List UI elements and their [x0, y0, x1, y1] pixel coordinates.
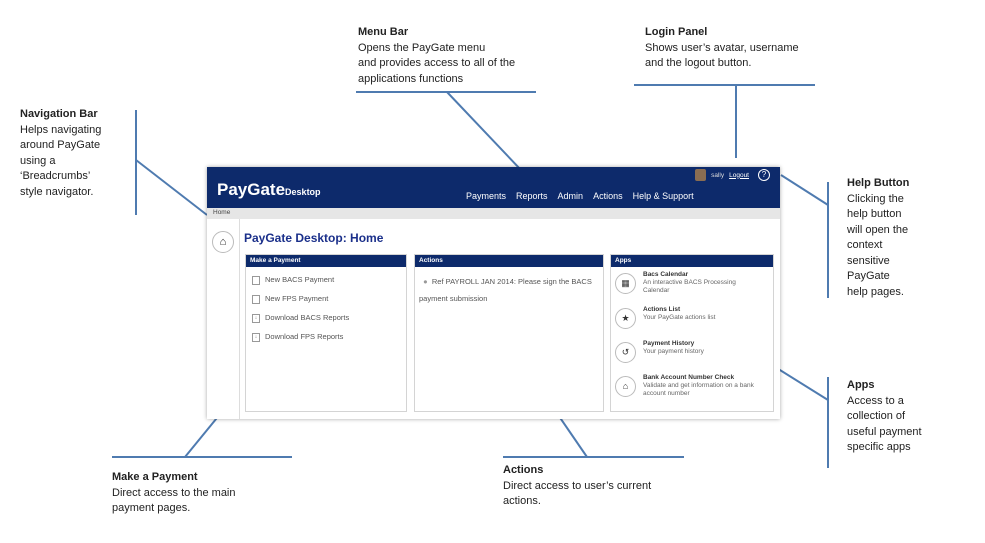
annotation-title: Actions — [503, 464, 544, 476]
actions-annotation: Actions Direct access to user’s current … — [503, 463, 651, 510]
annotation-desc: Clicking the help button will open the c… — [847, 192, 909, 298]
page-title: PayGate Desktop: Home — [244, 231, 384, 245]
app-desc: An interactive BACS Processing Calendar — [643, 279, 736, 294]
download-fps-reports-link[interactable]: ↓ Download FPS Reports — [252, 332, 343, 342]
app-desc: Your PayGate actions list — [643, 314, 716, 321]
annotation-desc: Helps navigating around PayGate using a … — [20, 123, 102, 198]
annotation-desc: Opens the PayGate menu and provides acce… — [358, 41, 516, 85]
link-label: Download BACS Reports — [265, 313, 350, 322]
username: sally — [711, 171, 725, 179]
menu-bar-annotation: Menu Bar Opens the PayGate menu and prov… — [358, 25, 515, 87]
header-bar: PayGateDesktop Payments Reports Admin Ac… — [207, 167, 780, 208]
annotation-title: Help Button — [847, 177, 910, 189]
bank-icon: ⌂ — [615, 376, 636, 397]
download-icon: ↓ — [252, 313, 260, 323]
app-desc: Validate and get information on a bank a… — [643, 382, 754, 397]
link-label: New FPS Payment — [265, 294, 329, 303]
help-button-annotation: Help Button Clicking the help button wil… — [847, 176, 909, 300]
home-icon[interactable]: ⌂ — [212, 231, 234, 253]
breadcrumb-home[interactable]: Home — [213, 209, 230, 216]
apps-annotation: Apps Access to a collection of useful pa… — [847, 378, 922, 456]
panel-header: Make a Payment — [246, 255, 406, 267]
login-panel: sally Logout ? — [695, 169, 770, 181]
calendar-icon: ▦ — [615, 273, 636, 294]
download-icon: ↓ — [252, 332, 260, 342]
app-name: Payment History — [643, 340, 695, 347]
make-payment-annotation: Make a Payment Direct access to the main… — [112, 470, 236, 517]
link-label: Download FPS Reports — [265, 332, 344, 341]
apps-panel: Apps ▦ Bacs Calendar An interactive BACS… — [610, 254, 774, 412]
menu-item-help-support[interactable]: Help & Support — [633, 191, 694, 201]
new-fps-payment-link[interactable]: New FPS Payment — [252, 294, 328, 304]
app-payment-history[interactable]: ↺ Payment History Your payment history — [615, 340, 765, 366]
menu-item-reports[interactable]: Reports — [516, 191, 548, 201]
annotation-title: Make a Payment — [112, 471, 198, 483]
annotation-desc: Shows user’s avatar, username and the lo… — [645, 41, 799, 70]
annotation-title: Apps — [847, 379, 875, 391]
menu-bar: Payments Reports Admin Actions Help & Su… — [466, 191, 694, 201]
app-actions-list[interactable]: ★ Actions List Your PayGate actions list — [615, 306, 765, 332]
link-label: New BACS Payment — [265, 275, 335, 284]
annotation-title: Navigation Bar — [20, 108, 98, 120]
download-bacs-reports-link[interactable]: ↓ Download BACS Reports — [252, 313, 349, 323]
app-name: Bacs Calendar — [643, 271, 689, 278]
avatar — [695, 169, 707, 181]
action-item[interactable]: ● Ref PAYROLL JAN 2014: Please sign the … — [419, 273, 599, 307]
logo-text: PayGate — [217, 180, 286, 199]
menu-item-payments[interactable]: Payments — [466, 191, 506, 201]
app-bank-account-check[interactable]: ⌂ Bank Account Number Check Validate and… — [615, 374, 765, 400]
star-icon: ★ — [615, 308, 636, 329]
document-icon — [252, 275, 260, 285]
login-panel-annotation: Login Panel Shows user’s avatar, usernam… — [645, 25, 799, 72]
app-name: Bank Account Number Check — [643, 374, 735, 381]
paygate-app-window: PayGateDesktop Payments Reports Admin Ac… — [207, 167, 780, 419]
annotation-title: Menu Bar — [358, 26, 409, 38]
menu-item-actions[interactable]: Actions — [593, 191, 623, 201]
action-text: Ref PAYROLL JAN 2014: Please sign the BA… — [419, 277, 592, 303]
make-payment-panel: Make a Payment New BACS Payment New FPS … — [245, 254, 407, 412]
panel-header: Actions — [415, 255, 603, 267]
document-icon — [252, 294, 260, 304]
bullet-icon: ● — [423, 277, 428, 286]
annotation-desc: Direct access to the main payment pages. — [112, 486, 236, 515]
help-button[interactable]: ? — [758, 169, 770, 181]
logo-suffix: Desktop — [285, 187, 321, 197]
history-icon: ↺ — [615, 342, 636, 363]
app-bacs-calendar[interactable]: ▦ Bacs Calendar An interactive BACS Proc… — [615, 271, 765, 297]
menu-item-admin[interactable]: Admin — [558, 191, 584, 201]
breadcrumb: Home — [207, 208, 780, 219]
logout-link[interactable]: Logout — [729, 172, 749, 179]
new-bacs-payment-link[interactable]: New BACS Payment — [252, 275, 334, 285]
sidebar: ⌂ — [207, 219, 240, 419]
app-name: Actions List — [643, 306, 681, 313]
annotation-title: Login Panel — [645, 26, 708, 38]
annotation-desc: Direct access to user’s current actions. — [503, 479, 652, 508]
annotation-desc: Access to a collection of useful payment… — [847, 394, 922, 454]
app-desc: Your payment history — [643, 348, 704, 355]
panel-header: Apps — [611, 255, 773, 267]
paygate-logo[interactable]: PayGateDesktop — [217, 180, 321, 200]
actions-panel: Actions ● Ref PAYROLL JAN 2014: Please s… — [414, 254, 604, 412]
navigation-bar-annotation: Navigation Bar Helps navigating around P… — [20, 107, 101, 200]
